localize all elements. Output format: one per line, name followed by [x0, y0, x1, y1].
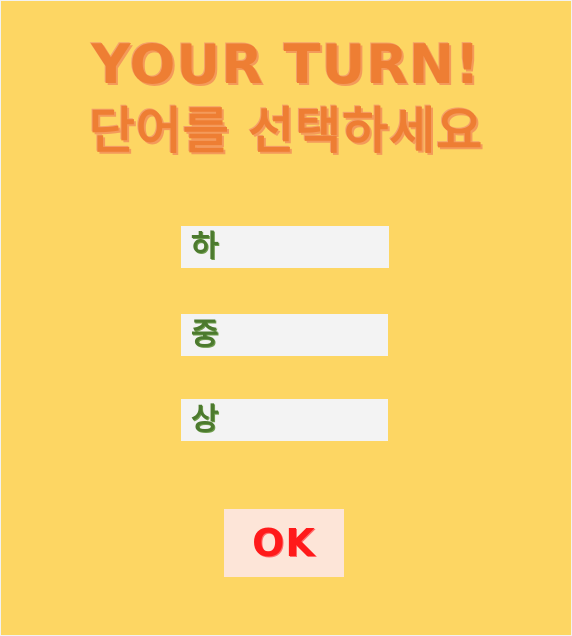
difficulty-option-high[interactable]: 상: [181, 399, 388, 441]
instruction-heading: 단어를 선택하세요: [88, 102, 484, 160]
turn-heading: YOUR TURN!: [91, 33, 481, 96]
difficulty-option-label: 상: [191, 402, 219, 437]
ok-button-label: OK: [252, 521, 316, 565]
difficulty-option-medium[interactable]: 중: [181, 314, 388, 356]
difficulty-option-label: 중: [191, 317, 219, 352]
difficulty-option-low[interactable]: 하: [181, 226, 389, 268]
difficulty-option-label: 하: [191, 229, 219, 264]
ok-button[interactable]: OK: [224, 509, 344, 577]
